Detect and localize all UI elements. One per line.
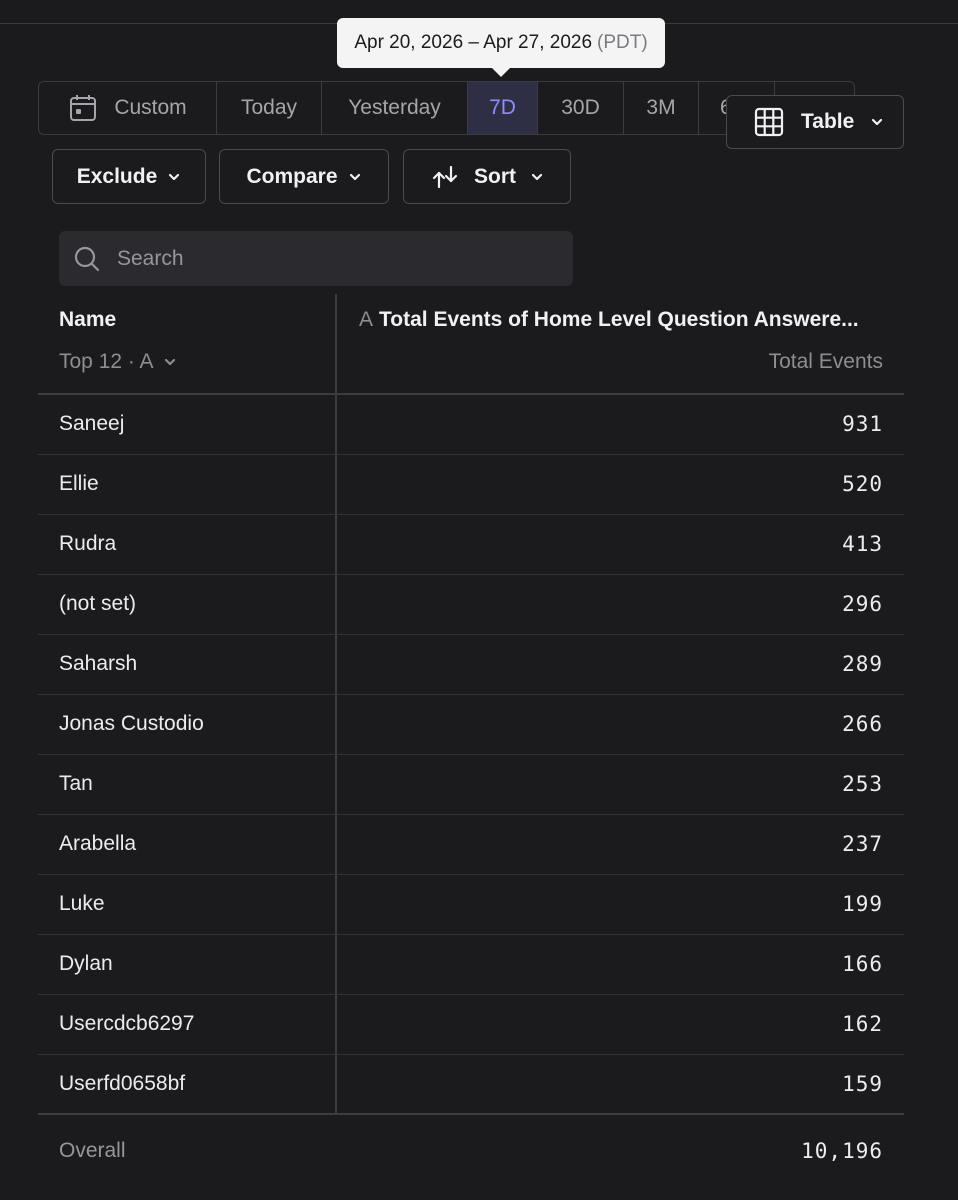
top-n-label: Top 12 · A (59, 350, 154, 373)
table-row[interactable]: Arabella 237 (38, 815, 904, 875)
date-range-tooltip: Apr 20, 2026 – Apr 27, 2026 (PDT) (337, 18, 665, 68)
date-range-yesterday-label: Yesterday (348, 96, 441, 119)
search-box (59, 231, 573, 286)
row-name: Luke (59, 892, 105, 915)
date-range-3m[interactable]: 3M (624, 82, 699, 134)
overall-value: 10,196 (801, 1139, 883, 1163)
row-value: 413 (842, 532, 883, 556)
row-value: 253 (842, 772, 883, 796)
date-range-30d-label: 30D (561, 96, 600, 119)
table-row[interactable]: Saneej 931 (38, 395, 904, 455)
row-name: (not set) (59, 592, 137, 615)
table-row[interactable]: Usercdcb6297 162 (38, 995, 904, 1055)
row-name: Jonas Custodio (59, 712, 204, 735)
date-range-7d[interactable]: 7D (468, 82, 538, 134)
table-row[interactable]: Ellie 520 (38, 455, 904, 515)
search-input[interactable] (117, 246, 537, 271)
chevron-down-icon (163, 357, 177, 367)
overall-row: Overall 10,196 (38, 1115, 904, 1185)
table-grid-icon (753, 106, 785, 138)
row-name: Tan (59, 772, 93, 795)
overall-label: Overall (59, 1139, 126, 1162)
metric-column-header[interactable]: A Total Events of Home Level Question Ans… (359, 308, 859, 332)
tooltip-arrow (490, 66, 512, 77)
row-value: 931 (842, 412, 883, 436)
table-row[interactable]: Tan 253 (38, 755, 904, 815)
row-value: 296 (842, 592, 883, 616)
date-range-30d[interactable]: 30D (538, 82, 624, 134)
compare-label: Compare (246, 164, 338, 188)
view-type-dropdown[interactable]: Table (726, 95, 904, 149)
metric-header-label: Total Events of Home Level Question Answ… (379, 308, 859, 331)
tooltip-range-text: Apr 20, 2026 – Apr 27, 2026 (354, 32, 593, 53)
chevron-down-icon (167, 172, 181, 182)
table-row[interactable]: (not set) 296 (38, 575, 904, 635)
row-value: 289 (842, 652, 883, 676)
date-range-3m-label: 3M (646, 96, 676, 119)
table-row[interactable]: Luke 199 (38, 875, 904, 935)
row-name: Dylan (59, 952, 113, 975)
row-value: 520 (842, 472, 883, 496)
sort-label: Sort (474, 164, 516, 188)
table-header: Name Top 12 · A A Total Events of Home Le… (38, 294, 904, 395)
table-row[interactable]: Jonas Custodio 266 (38, 695, 904, 755)
tooltip-timezone: (PDT) (597, 32, 648, 53)
calendar-icon (68, 93, 98, 123)
row-name: Usercdcb6297 (59, 1012, 195, 1035)
metric-letter: A (359, 308, 374, 331)
sort-button[interactable]: Sort (403, 149, 571, 204)
row-name: Saharsh (59, 652, 138, 675)
compare-button[interactable]: Compare (219, 149, 389, 204)
row-name: Userfd0658bf (59, 1072, 186, 1095)
table-row[interactable]: Saharsh 289 (38, 635, 904, 695)
date-range-today-label: Today (240, 96, 298, 119)
data-table: Name Top 12 · A A Total Events of Home Le… (38, 294, 904, 1185)
row-value: 166 (842, 952, 883, 976)
date-range-custom-label: Custom (114, 96, 187, 119)
name-column-header[interactable]: Name (59, 308, 116, 332)
row-name: Saneej (59, 412, 125, 435)
table-body: Saneej 931 Ellie 520 Rudra 413 (not set)… (38, 395, 904, 1115)
exclude-label: Exclude (76, 164, 158, 188)
row-name: Ellie (59, 472, 99, 495)
row-value: 266 (842, 712, 883, 736)
date-range-yesterday[interactable]: Yesterday (322, 82, 468, 134)
table-row[interactable]: Rudra 413 (38, 515, 904, 575)
date-range-7d-label: 7D (489, 96, 516, 119)
row-name: Rudra (59, 532, 117, 555)
table-row[interactable]: Dylan 166 (38, 935, 904, 995)
search-icon (73, 245, 101, 273)
row-name: Arabella (59, 832, 137, 855)
chevron-down-icon (870, 117, 884, 127)
date-range-custom[interactable]: Custom (39, 82, 217, 134)
view-type-label: Table (801, 110, 855, 133)
exclude-button[interactable]: Exclude (52, 149, 206, 204)
chevron-down-icon (348, 172, 362, 182)
chevron-down-icon (530, 172, 544, 182)
top-n-dropdown[interactable]: Top 12 · A (59, 350, 177, 374)
date-range-today[interactable]: Today (217, 82, 322, 134)
row-value: 162 (842, 1012, 883, 1036)
row-value: 159 (842, 1072, 883, 1096)
table-row[interactable]: Userfd0658bf 159 (38, 1055, 904, 1115)
row-value: 237 (842, 832, 883, 856)
row-value: 199 (842, 892, 883, 916)
metric-subheader: Total Events (768, 350, 883, 373)
sort-arrows-icon (430, 164, 460, 190)
